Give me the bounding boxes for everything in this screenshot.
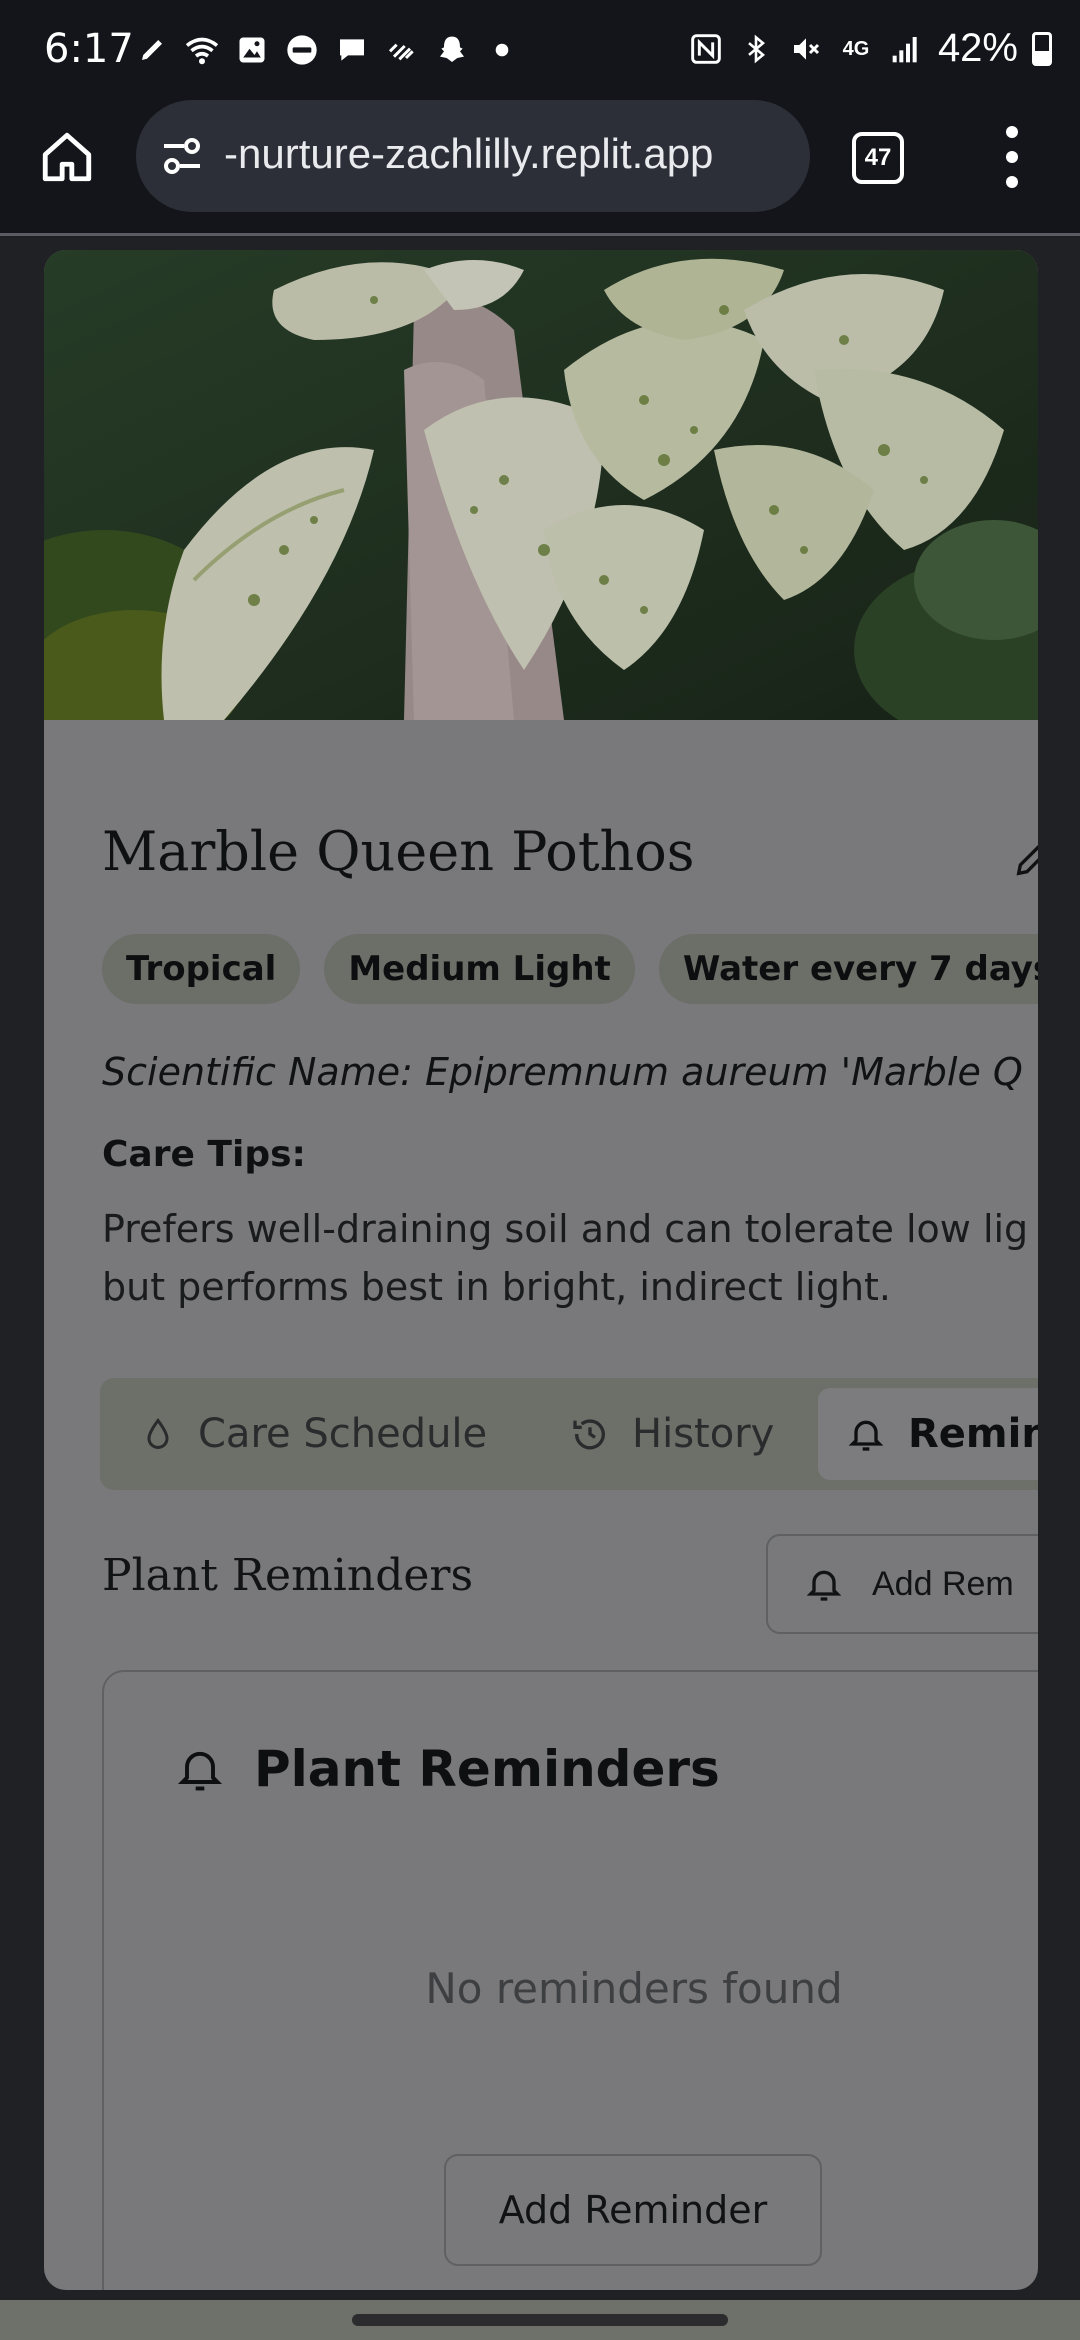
status-time: 6:17: [44, 26, 134, 72]
status-bar: 6:17 4G 42%: [0, 0, 1080, 100]
plant-detail-card: Marble Queen Pothos Tropical Medium Ligh…: [44, 250, 1038, 2290]
menu-dot-icon: [1006, 176, 1018, 188]
reminders-card-title: Plant Reminders: [254, 1740, 720, 1798]
4g-lte-icon: 4G: [838, 31, 874, 67]
bell-icon: [177, 1751, 223, 1791]
tab-care-schedule[interactable]: Care Schedule: [140, 1388, 487, 1480]
tag-water: Water every 7 days: [658, 934, 1038, 1004]
home-gesture-handle[interactable]: [352, 2314, 728, 2326]
plant-name: Marble Queen Pothos: [102, 820, 695, 883]
tab-label: History: [632, 1411, 775, 1457]
tab-reminders[interactable]: Remind: [818, 1388, 1038, 1480]
address-bar[interactable]: -nurture-zachlilly.replit.app: [136, 100, 810, 212]
droplet-icon: [147, 1417, 169, 1449]
empty-state-text: No reminders found: [425, 1964, 843, 2013]
wear-icon: [284, 32, 320, 68]
plant-tags: Tropical Medium Light Water every 7 days: [102, 934, 1038, 1004]
network-type: 4G: [842, 37, 870, 60]
tab-switcher-button[interactable]: 47: [852, 132, 904, 184]
snapchat-icon: [434, 32, 470, 68]
tag-light: Medium Light: [324, 934, 635, 1004]
pen-icon: [134, 32, 170, 68]
system-icons: 4G 42%: [688, 26, 1052, 71]
signal-icon: [888, 31, 924, 67]
tab-label: Remind: [908, 1411, 1038, 1457]
reminders-card-header: Plant Reminders: [174, 1740, 720, 1798]
tab-label: Care Schedule: [198, 1411, 488, 1457]
bell-icon: [848, 1420, 884, 1451]
care-tips-line: but performs best in bright, indirect li…: [102, 1265, 892, 1309]
chat-icon: [334, 32, 370, 68]
home-icon: [42, 132, 92, 182]
mute-icon: [788, 31, 824, 67]
bluetooth-icon: [738, 31, 774, 67]
care-tips-text: Prefers well-draining soil and can toler…: [102, 1200, 1038, 1316]
gallery-icon: [234, 32, 270, 68]
battery-percent: 42%: [937, 26, 1018, 70]
plant-photo: [44, 250, 1038, 720]
scientific-name: Scientific Name: Epipremnum aureum 'Marb…: [102, 1050, 1023, 1094]
menu-dot-icon: [1006, 151, 1018, 163]
battery-icon: [1032, 31, 1052, 66]
tag-category: Tropical: [102, 934, 301, 1004]
add-reminder-header-button[interactable]: Add Rem: [766, 1534, 1038, 1634]
gesture-nav-bar: [0, 2300, 1080, 2340]
wifi-call-icon: [184, 32, 220, 68]
section-title: Plant Reminders: [102, 1550, 474, 1601]
home-button[interactable]: [38, 128, 96, 186]
edit-icon[interactable]: [1012, 840, 1038, 880]
history-icon: [573, 1419, 605, 1450]
menu-dot-icon: [1006, 126, 1018, 138]
url-text: -nurture-zachlilly.replit.app: [224, 130, 714, 177]
browser-toolbar: -nurture-zachlilly.replit.app 47: [0, 100, 1080, 236]
button-label: Add Rem: [872, 1564, 1014, 1603]
reminders-card: Plant Reminders No reminders found Add R…: [102, 1670, 1038, 2290]
care-tips-label: Care Tips:: [102, 1134, 306, 1175]
browser-menu-button[interactable]: [1000, 126, 1024, 188]
care-tips-line: Prefers well-draining soil and can toler…: [102, 1207, 1029, 1251]
notification-icons: [134, 32, 520, 68]
add-reminder-button[interactable]: Add Reminder: [444, 2154, 822, 2266]
tab-history[interactable]: History: [570, 1388, 774, 1480]
data-saver-icon: [384, 32, 420, 68]
site-settings-icon[interactable]: [158, 132, 206, 180]
plant-tabs: Care Schedule History Remind: [100, 1378, 1038, 1490]
page-content: Marble Queen Pothos Tropical Medium Ligh…: [0, 238, 1080, 2300]
dot-icon: [484, 32, 520, 68]
bell-icon: [806, 1570, 842, 1601]
nfc-icon: [688, 31, 724, 67]
